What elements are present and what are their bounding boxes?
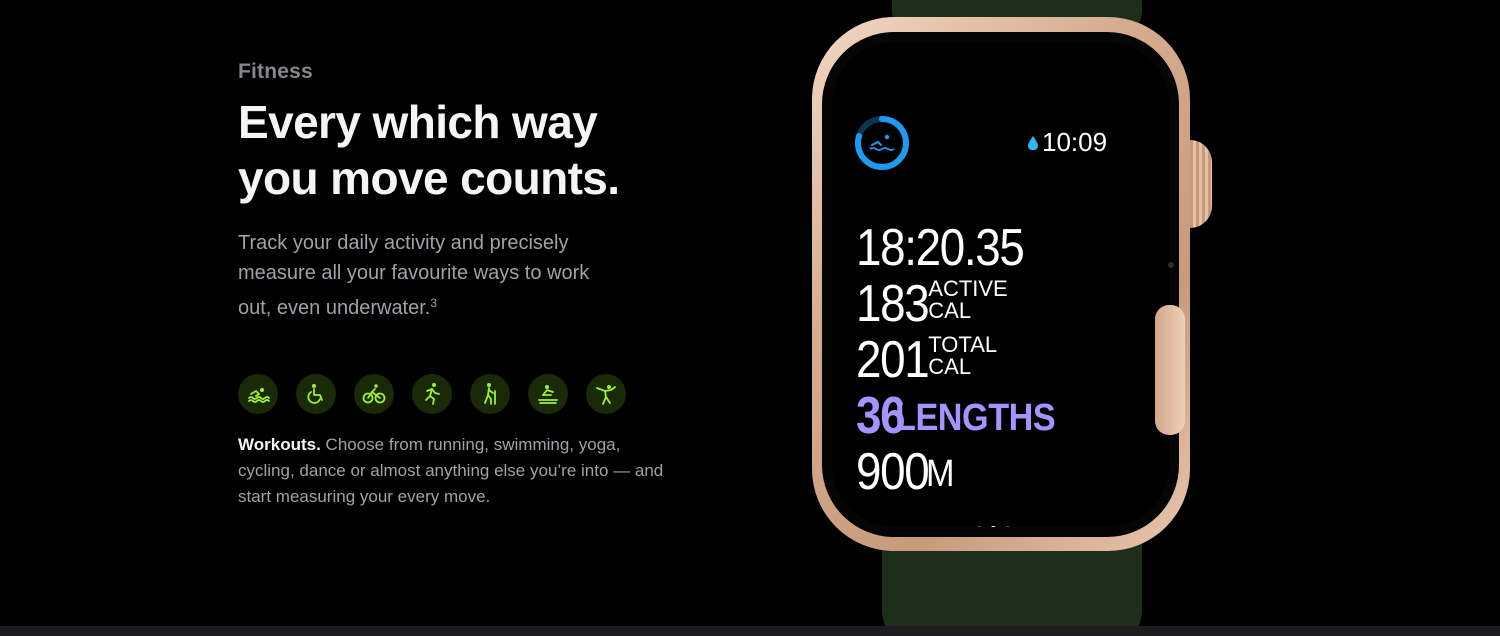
page-dot-active xyxy=(990,526,997,527)
active-cal-unit: ACTIVE CAL xyxy=(928,278,1007,322)
dance-icon[interactable] xyxy=(586,374,626,414)
total-calories: 201 TOTAL CAL xyxy=(856,331,997,389)
section-body: Track your daily activity and precisely … xyxy=(238,228,618,323)
active-cal-label-top: ACTIVE xyxy=(928,276,1008,301)
hiking-icon[interactable] xyxy=(470,374,510,414)
workout-duration: 18:20.35 xyxy=(856,222,1046,274)
cycling-icon[interactable] xyxy=(354,374,394,414)
microphone-hole xyxy=(1168,262,1174,268)
headline-line-1: Every which way xyxy=(238,96,598,148)
total-cal-label-bottom: CAL xyxy=(928,354,972,379)
total-cal-label-top: TOTAL xyxy=(928,332,998,357)
watch-bezel: 10:09 18:20.35 183 ACTIVE CAL 201 TOTAL … xyxy=(822,32,1179,537)
headline-line-2: you move counts. xyxy=(238,152,620,204)
page: Fitness Every which way you move counts.… xyxy=(0,0,1500,636)
page-dot xyxy=(976,526,983,527)
water-lock-icon xyxy=(1028,135,1038,150)
lengths-count: 36 LENGTHS xyxy=(856,390,1073,446)
watch-time-text: 10:09 xyxy=(1042,127,1108,157)
running-icon[interactable] xyxy=(412,374,452,414)
distance-unit: M xyxy=(926,453,955,495)
body-text: Track your daily activity and precisely … xyxy=(238,232,590,319)
lengths-unit: LENGTHS xyxy=(894,397,1056,439)
swimming-icon[interactable] xyxy=(238,374,278,414)
distance-value: 900 xyxy=(856,443,930,501)
page-dot xyxy=(1004,526,1011,527)
workout-icons xyxy=(238,374,626,414)
watch-case: 10:09 18:20.35 183 ACTIVE CAL 201 TOTAL … xyxy=(812,17,1190,551)
page-indicator xyxy=(976,526,1011,527)
apple-watch-image: 10:09 18:20.35 183 ACTIVE CAL 201 TOTAL … xyxy=(800,0,1230,636)
fitness-copy: Fitness Every which way you move counts.… xyxy=(238,60,698,323)
active-calories: 183 ACTIVE CAL xyxy=(856,275,1008,333)
active-cal-label-bottom: CAL xyxy=(928,298,972,323)
section-eyebrow: Fitness xyxy=(238,60,313,83)
section-headline: Every which way you move counts. xyxy=(238,94,698,206)
wheelchair-icon[interactable] xyxy=(296,374,336,414)
distance: 900 M xyxy=(856,446,958,502)
watch-time: 10:09 xyxy=(1028,127,1107,158)
footnote-link[interactable]: 3 xyxy=(430,296,437,310)
total-cal-value: 201 xyxy=(856,331,930,389)
watch-screen: 10:09 18:20.35 183 ACTIVE CAL 201 TOTAL … xyxy=(832,42,1169,527)
bottom-divider xyxy=(0,626,1500,636)
side-button xyxy=(1155,305,1185,435)
rowing-icon[interactable] xyxy=(528,374,568,414)
duration-value: 18:20.35 xyxy=(856,219,1025,277)
workout-progress-ring-icon xyxy=(855,116,909,170)
workouts-lead: Workouts. xyxy=(238,435,321,454)
workouts-description: Workouts. Choose from running, swimming,… xyxy=(238,432,668,510)
total-cal-unit: TOTAL CAL xyxy=(928,334,997,378)
active-cal-value: 183 xyxy=(856,275,930,333)
